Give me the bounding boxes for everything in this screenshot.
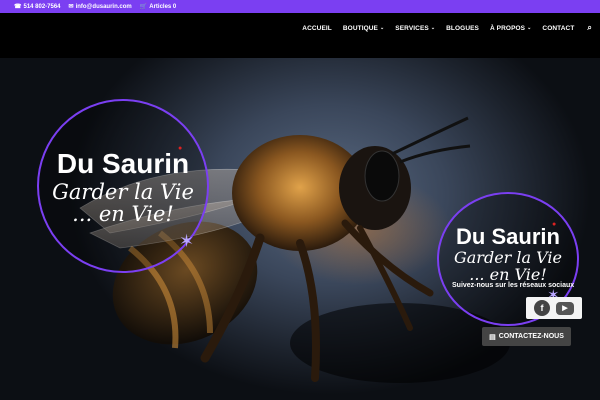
cart-link[interactable]: 🛒 Articles 0 (139, 3, 177, 11)
hero-banner: Du Saurin ● Garder la Vie ... en Vie! ✶ … (0, 58, 600, 400)
contact-button[interactable]: ▤ CONTACTEZ-NOUS (482, 327, 571, 346)
chevron-down-icon: ⌄ (527, 25, 532, 31)
cart-icon: 🛒 (139, 4, 148, 10)
bee-eye (364, 150, 400, 202)
phone-text: 514 802-7564 (23, 3, 61, 10)
nav-label: CONTACT (542, 24, 575, 32)
nav-item-services[interactable]: SERVICES ⌄ (395, 25, 435, 32)
top-bar: ☎ 514 802-7564 ✉ info@dusaurin.com 🛒 Art… (0, 0, 600, 13)
social-links: f ▶ (526, 297, 582, 319)
email-link[interactable]: ✉ info@dusaurin.com (68, 3, 132, 11)
social-heading: Suivez-nous sur les réseaux sociaux (452, 282, 575, 289)
contact-card-icon: ▤ (489, 333, 496, 341)
nav-item-contact[interactable]: CONTACT (542, 25, 574, 32)
ladybug-icon: ● (552, 221, 557, 228)
nav-label: À PROPOS (489, 24, 526, 32)
phone-icon: ☎ (14, 4, 22, 10)
brand-name: Du Saurin (456, 224, 560, 249)
site-header (0, 13, 600, 58)
youtube-icon[interactable]: ▶ (556, 301, 574, 315)
phone-link[interactable]: ☎ 514 802-7564 (14, 3, 61, 11)
search-icon[interactable]: ⌕ (587, 23, 592, 33)
nav-label: ACCUEIL (302, 24, 332, 32)
ladybug-icon: ● (178, 145, 183, 152)
nav-item-accueil[interactable]: ACCUEIL (302, 25, 332, 32)
main-nav: ACCUEIL BOUTIQUE ⌄ SERVICES ⌄ BLOGUES À PR… (302, 23, 592, 33)
nav-item-blogues[interactable]: BLOGUES (446, 25, 479, 32)
chevron-down-icon: ⌄ (379, 25, 385, 31)
bee-antenna (399, 144, 471, 164)
nav-item-boutique[interactable]: BOUTIQUE ⌄ (343, 25, 384, 32)
cart-text: Articles 0 (149, 3, 177, 10)
facebook-icon[interactable]: f (534, 300, 550, 316)
brand-name: Du Saurin (56, 148, 190, 179)
brand-motto-line1: Garder la Vie (52, 180, 194, 204)
nav-label: BOUTIQUE (342, 24, 378, 32)
brand-motto-line2: ... en Vie! (72, 202, 174, 226)
compass-icon: ✶ (179, 231, 195, 251)
contact-button-label: CONTACTEZ-NOUS (498, 333, 564, 340)
envelope-icon: ✉ (68, 4, 74, 10)
nav-label: BLOGUES (446, 24, 479, 32)
nav-item-a-propos[interactable]: À PROPOS ⌄ (490, 25, 531, 32)
email-text: info@dusaurin.com (75, 3, 132, 10)
logo-badge-large[interactable]: Du Saurin ● Garder la Vie ... en Vie! ✶ (37, 99, 209, 273)
chevron-down-icon: ⌄ (430, 25, 436, 31)
nav-label: SERVICES (395, 24, 429, 32)
